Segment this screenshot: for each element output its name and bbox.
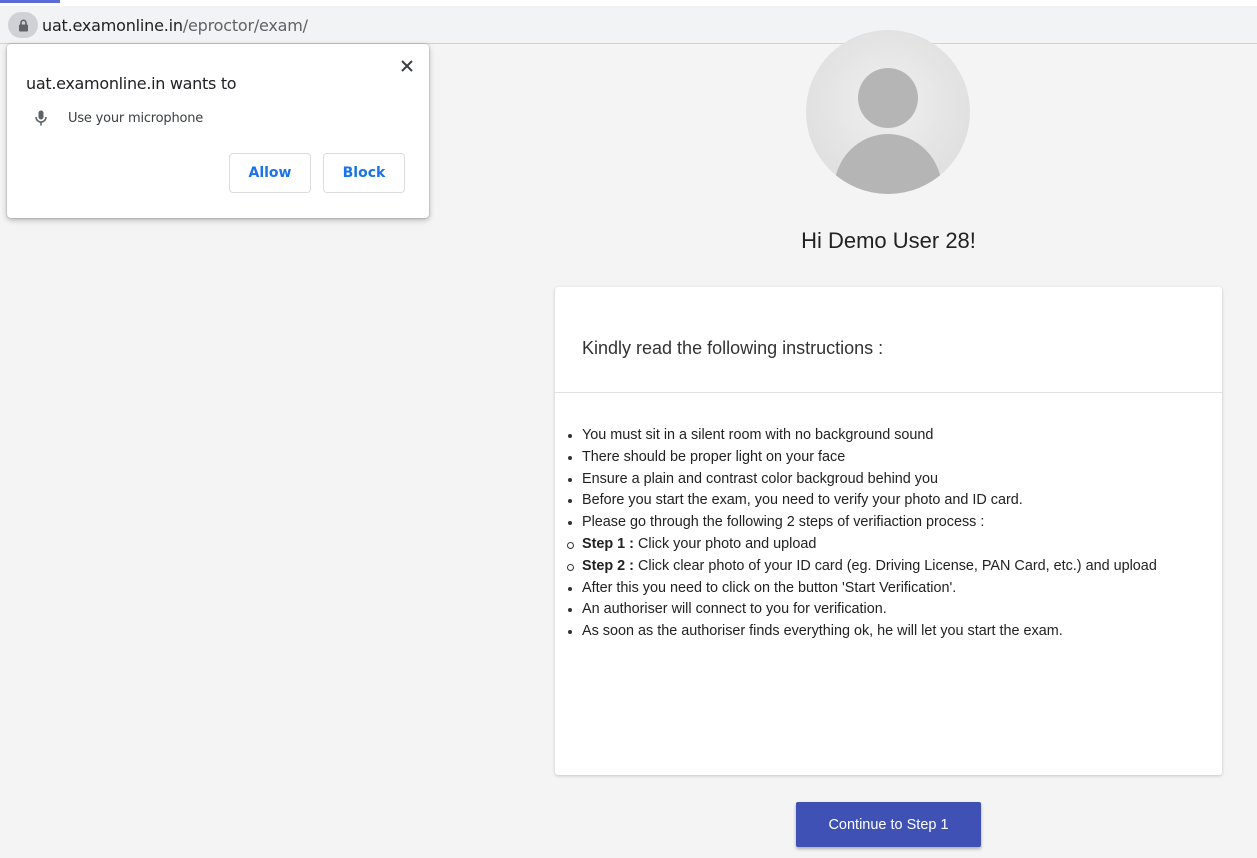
list-item-step: Step 2 : Click clear photo of your ID ca… [567, 556, 1202, 578]
instructions-heading: Kindly read the following instructions : [582, 338, 884, 358]
instructions-header: Kindly read the following instructions : [555, 287, 1222, 393]
list-item: Please go through the following 2 steps … [567, 512, 1202, 534]
greeting: Hi Demo User 28! [801, 228, 976, 253]
list-item: After this you need to click on the butt… [567, 578, 1202, 600]
allow-button[interactable]: Allow [229, 153, 311, 193]
permission-prompt: uat.examonline.in wants to Use your micr… [7, 44, 429, 218]
user-silhouette-icon [834, 68, 942, 194]
list-item: As soon as the authoriser finds everythi… [567, 621, 1202, 643]
list-item-step: Step 1 : Click your photo and upload [567, 534, 1202, 556]
permission-request-label: Use your microphone [68, 110, 204, 126]
continue-button[interactable]: Continue to Step 1 [796, 802, 981, 847]
list-item: There should be proper light on your fac… [567, 447, 1202, 469]
instructions-card: Kindly read the following instructions :… [555, 287, 1222, 775]
url-host: uat.examonline.in [42, 15, 183, 35]
list-item: Ensure a plain and contrast color backgr… [567, 469, 1202, 491]
avatar [806, 30, 970, 194]
microphone-icon [33, 110, 49, 126]
list-item: Before you start the exam, you need to v… [567, 490, 1202, 512]
url-path: /eproctor/exam/ [182, 15, 308, 35]
instructions-body: You must sit in a silent room with no ba… [555, 393, 1222, 643]
permission-request: Use your microphone [33, 110, 203, 126]
instructions-list: You must sit in a silent room with no ba… [567, 425, 1202, 643]
block-button[interactable]: Block [323, 153, 405, 193]
address-bar[interactable]: uat.examonline.in/eproctor/exam/ [0, 0, 1257, 44]
list-item: An authoriser will connect to you for ve… [567, 599, 1202, 621]
omnibox[interactable]: uat.examonline.in/eproctor/exam/ [8, 12, 326, 38]
close-icon[interactable] [397, 56, 417, 76]
permission-title: uat.examonline.in wants to [26, 74, 237, 93]
url-text[interactable]: uat.examonline.in/eproctor/exam/ [42, 16, 308, 35]
lock-icon[interactable] [8, 12, 38, 38]
list-item: You must sit in a silent room with no ba… [567, 425, 1202, 447]
